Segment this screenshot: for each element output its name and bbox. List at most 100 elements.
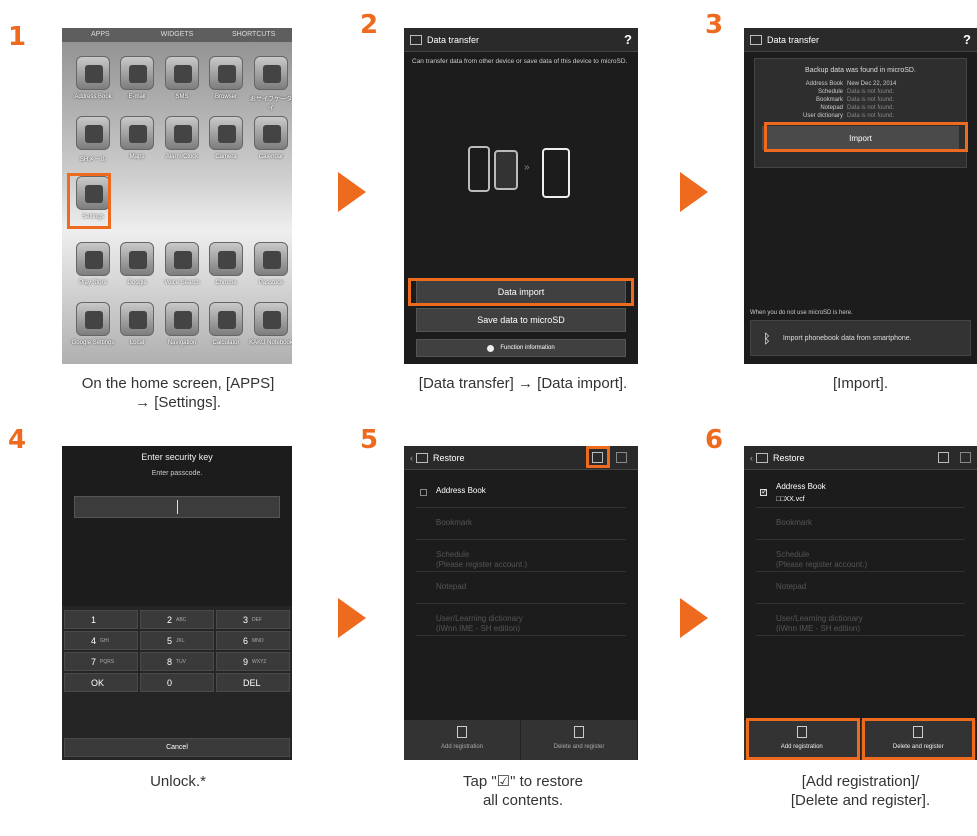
key-9[interactable]: 9 WXYZ	[216, 652, 290, 671]
voice-search-icon	[174, 251, 192, 269]
step-5-caption: Tap "☑" to restore all contents.	[463, 773, 583, 809]
info-icon	[487, 344, 495, 352]
backup-item-status: Data is not found.	[847, 105, 895, 111]
app-icon-navigation[interactable]	[165, 302, 199, 336]
checked-checkbox-icon[interactable]: ✓	[760, 487, 768, 496]
app-icon-calculator[interactable]	[209, 302, 243, 336]
key-ok[interactable]: OK	[64, 673, 138, 692]
key-letters: DEF	[252, 616, 263, 623]
key-letters: PQRS	[100, 658, 115, 665]
key-main: 6	[243, 635, 249, 646]
next-arrow-icon	[680, 598, 708, 638]
backup-row: Notepad Data is not found.	[795, 105, 894, 111]
key-8[interactable]: 8 TUV	[140, 652, 214, 671]
app-icon-sh[interactable]	[76, 116, 110, 150]
key-main: 5	[167, 635, 173, 646]
numeric-keypad: 1 2 ABC 3 DEF 4 GHI 5 JKL 6 MNO 7 PQRS 8 TUV 9 WXYZ OK 0 DE…	[62, 606, 292, 760]
restore-item-label: User/Learning dictionary (iWnn IME - SH …	[776, 614, 863, 633]
restore-item: Schedule (Please register account.)	[756, 542, 965, 572]
app-label: E-mail	[128, 94, 146, 100]
restore-icon	[416, 452, 428, 463]
step-number-5: 5	[360, 425, 379, 455]
app-icon-alarm-clock[interactable]	[165, 116, 199, 150]
step-1-caption: On the home screen, [APPS] → [Settings].	[81, 375, 275, 411]
save-to-microsd-button[interactable]: Save data to microSD	[416, 308, 626, 332]
backup-item-name: Schedule	[817, 89, 843, 95]
function-information-button[interactable]: Function information	[416, 339, 626, 357]
restore-item: Notepad	[416, 574, 626, 604]
restore-item-label: Address Book	[436, 486, 486, 495]
restore-item[interactable]: Address Book	[416, 478, 626, 508]
passcode-input[interactable]	[74, 496, 280, 518]
screen-title: Data transfer	[427, 34, 480, 45]
key-4[interactable]: 4 GHI	[64, 631, 138, 650]
app-icon-local[interactable]	[120, 302, 154, 336]
app-icon-maps[interactable]	[120, 116, 154, 150]
app-icon-app-4[interactable]	[254, 56, 288, 90]
app-drawer-tabs: APPS WIDGETS SHORTCUTS	[62, 28, 292, 42]
restore-icon	[756, 452, 768, 463]
back-icon[interactable]: ‹	[750, 453, 753, 463]
app-label: KAKU Notebook	[249, 340, 292, 346]
restore-item-label: Bookmark	[436, 518, 473, 527]
back-icon[interactable]: ‹	[410, 453, 413, 463]
app-icon-passtock[interactable]	[254, 242, 288, 276]
tab-apps[interactable]: APPS	[62, 28, 139, 42]
import-phonebook-button[interactable]: ᛒ Import phonebook data from smartphone.	[750, 320, 971, 356]
app-icon-play-store[interactable]	[76, 242, 110, 276]
step-number-4: 4	[8, 425, 27, 455]
deselect-all-icon[interactable]	[616, 452, 627, 463]
cancel-key[interactable]: Cancel	[64, 738, 290, 757]
app-icon-voice-search[interactable]	[165, 242, 199, 276]
help-icon[interactable]: ?	[963, 32, 971, 47]
checkbox-icon[interactable]	[420, 489, 427, 496]
key-main: 9	[243, 656, 249, 667]
key-del[interactable]: DEL	[216, 673, 290, 692]
backup-item-name: Address Book	[805, 81, 843, 87]
key-letters: MNO	[252, 637, 264, 644]
select-all-checkbox-icon[interactable]	[938, 452, 949, 463]
local-icon	[129, 311, 147, 329]
key-3[interactable]: 3 DEF	[216, 610, 290, 629]
tab-widgets[interactable]: WIDGETS	[139, 28, 216, 42]
app-icon-browser[interactable]	[209, 56, 243, 90]
app-label: Voice Search	[164, 280, 200, 286]
key-2[interactable]: 2 ABC	[140, 610, 214, 629]
app-icon-e-mail[interactable]	[120, 56, 154, 90]
add-registration-button[interactable]: Add registration	[404, 720, 521, 760]
key-0[interactable]: 0	[140, 673, 214, 692]
key-5[interactable]: 5 JKL	[140, 631, 214, 650]
app-icon-google[interactable]	[120, 242, 154, 276]
key-1[interactable]: 1	[64, 610, 138, 629]
app-label: おサイフケータイ	[249, 97, 292, 112]
title-bar: Data transfer ?	[744, 28, 977, 52]
restore-item: User/Learning dictionary (iWnn IME - SH …	[416, 606, 626, 636]
key-letters: ABC	[176, 616, 187, 623]
app-icon-chrome[interactable]	[209, 242, 243, 276]
deselect-all-icon[interactable]	[960, 452, 971, 463]
passcode-prompt: Enter passcode.	[151, 470, 203, 477]
app-icon-calendar[interactable]	[254, 116, 288, 150]
app-icon-sms[interactable]	[165, 56, 199, 90]
next-arrow-icon	[338, 172, 366, 212]
highlight-data-import	[408, 278, 634, 306]
screen-title: Data transfer	[767, 34, 820, 45]
key-7[interactable]: 7 PQRS	[64, 652, 138, 671]
app-icon-google-settings[interactable]	[76, 302, 110, 336]
restore-item-label: Notepad	[436, 582, 467, 591]
app-icon-address-book[interactable]	[76, 56, 110, 90]
restore-item-label: Schedule (Please register account.)	[436, 550, 528, 569]
app-label: SMS	[175, 94, 189, 100]
app-label: Passtock	[258, 280, 284, 286]
tab-shortcuts[interactable]: SHORTCUTS	[215, 28, 292, 42]
key-6[interactable]: 6 MNO	[216, 631, 290, 650]
app-icon-camera[interactable]	[209, 116, 243, 150]
delete-and-register-button[interactable]: Delete and register	[521, 720, 638, 760]
app-label: Play Store	[79, 280, 107, 286]
help-icon[interactable]: ?	[624, 32, 632, 47]
restore-item[interactable]: ✓ Address Book □□XX.vcf	[756, 478, 965, 508]
app-label: Calculator	[212, 340, 240, 346]
app-label: Calendar	[258, 154, 284, 160]
app-icon-kaku-notebook[interactable]	[254, 302, 288, 336]
maps-icon	[129, 125, 147, 143]
